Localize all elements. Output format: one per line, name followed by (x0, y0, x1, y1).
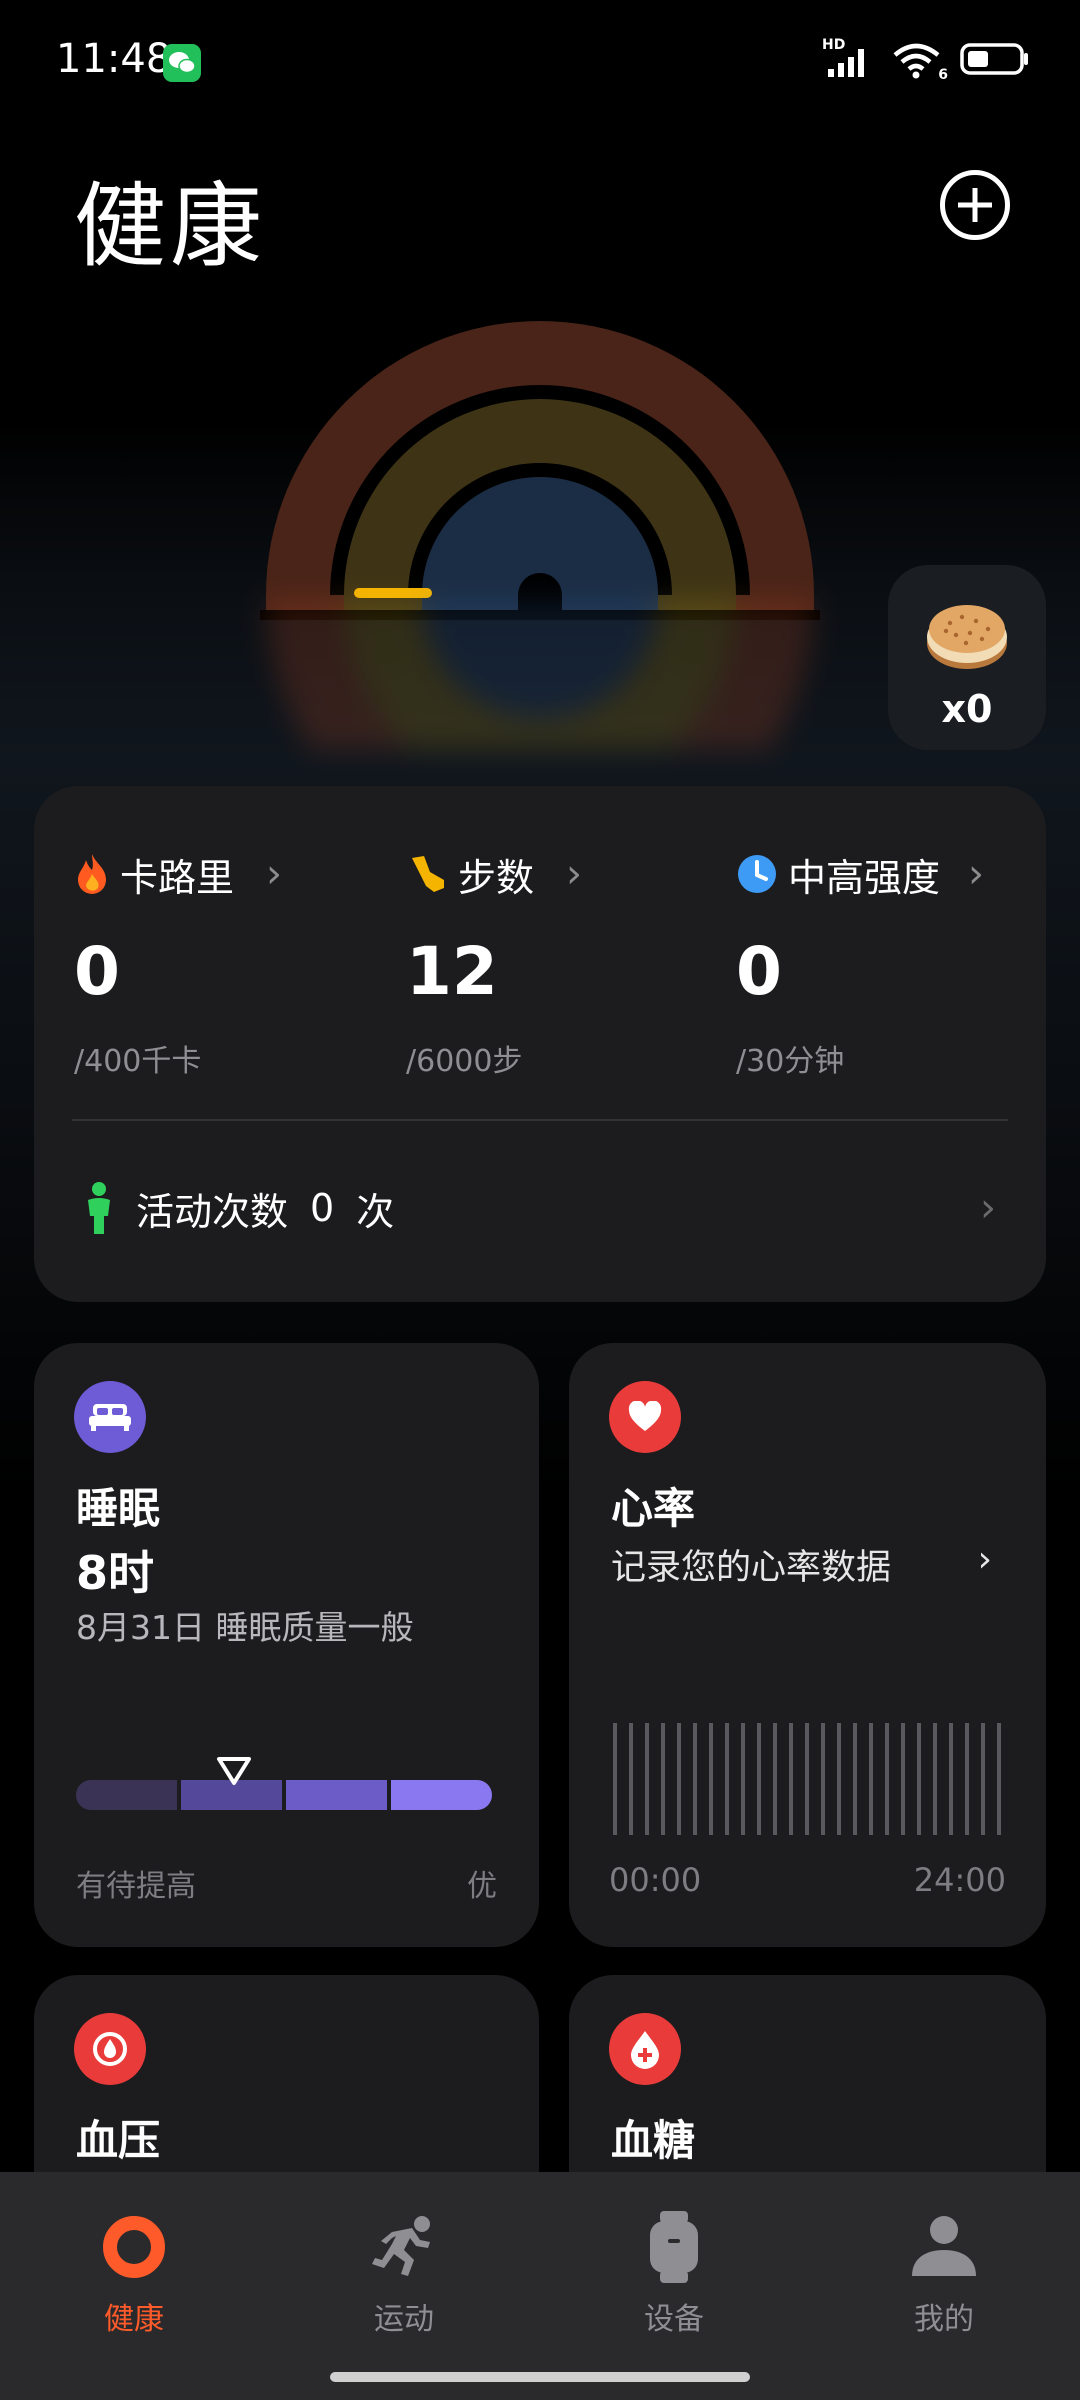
activity-count-row[interactable]: 活动次数 0 次 › (84, 1158, 996, 1258)
add-button[interactable] (940, 170, 1010, 240)
bottom-navigation: 健康 运动 设备 我的 (0, 2172, 1080, 2400)
shoe-icon (412, 856, 444, 892)
intensity-goal: /30分钟 (736, 1044, 845, 1079)
sleep-title: 睡眠 (76, 1484, 161, 1533)
sleep-quality-bar (76, 1780, 492, 1810)
health-home-screen: 11:48 HD 6 健康 x0 卡路里 › 0 /400千卡 步数 › 12 … (0, 0, 1080, 2400)
calories-value: 0 (74, 933, 120, 1010)
status-time: 11:48 (56, 36, 172, 82)
wifi-icon: 6 (892, 43, 948, 83)
heart-rate-subtitle: 记录您的心率数据 (611, 1548, 892, 1588)
blood-pressure-title: 血压 (76, 2116, 161, 2165)
cookie-icon (922, 595, 1012, 679)
flame-icon (78, 854, 106, 894)
signal-icon: HD (822, 37, 874, 79)
reward-badge[interactable]: x0 (888, 565, 1046, 750)
sleep-scale-low: 有待提高 (76, 1869, 196, 1904)
person-icon (844, 2208, 1044, 2286)
ring-reflection (260, 600, 820, 874)
heart-icon (609, 1381, 681, 1453)
nav-item-health[interactable]: 健康 (34, 2208, 234, 2338)
heart-rate-title: 心率 (611, 1484, 696, 1533)
sleep-summary: 8月31日 睡眠质量一般 (76, 1608, 414, 1647)
intensity-stat[interactable]: 中高强度 › 0 /30分钟 (736, 846, 1056, 1080)
blood-sugar-title: 血糖 (611, 2116, 696, 2165)
calories-stat[interactable]: 卡路里 › 0 /400千卡 (74, 846, 394, 1080)
calories-label: 卡路里 (120, 855, 235, 900)
nav-label-health: 健康 (104, 2302, 164, 2337)
heart-rate-start-time: 00:00 (609, 1861, 702, 1899)
clock-icon (738, 855, 776, 893)
steps-progress-bar (354, 588, 432, 598)
divider (72, 1119, 1008, 1121)
activity-rings[interactable] (260, 320, 820, 620)
nav-item-exercise[interactable]: 运动 (304, 2208, 504, 2338)
activity-unit: 次 (356, 1189, 395, 1234)
steps-goal: /6000步 (406, 1044, 523, 1079)
heart-rate-placeholder-chart (613, 1723, 1001, 1835)
nav-item-profile[interactable]: 我的 (844, 2208, 1044, 2338)
steps-label: 步数 (458, 855, 535, 900)
chevron-right-icon: › (566, 851, 583, 897)
status-icons: HD 6 (822, 37, 1030, 83)
blood-pressure-icon (74, 2013, 146, 2085)
activity-label: 活动次数 (136, 1189, 289, 1234)
battery-icon (960, 42, 1030, 80)
page-title: 健康 (74, 173, 267, 280)
nav-label-devices: 设备 (644, 2302, 704, 2337)
steps-value: 12 (406, 933, 498, 1010)
sleep-card[interactable]: 睡眠 8时 8月31日 睡眠质量一般 有待提高 优 (34, 1343, 539, 1947)
wechat-notification-icon (163, 44, 201, 82)
intensity-label: 中高强度 (788, 855, 941, 900)
calories-goal: /400千卡 (74, 1044, 202, 1079)
bed-icon (74, 1381, 146, 1453)
chevron-right-icon: › (266, 851, 283, 897)
chevron-right-icon: › (977, 1539, 992, 1580)
sleep-quality-marker (216, 1756, 252, 1790)
status-bar: 11:48 HD 6 (0, 0, 1080, 120)
sleep-hours: 8时 (76, 1546, 155, 1600)
heart-rate-end-time: 24:00 (913, 1861, 1006, 1899)
running-icon (304, 2208, 504, 2286)
chevron-right-icon: › (968, 851, 985, 897)
activity-count: 0 (310, 1186, 335, 1230)
nav-label-exercise: 运动 (374, 2302, 434, 2337)
nav-item-devices[interactable]: 设备 (574, 2208, 774, 2338)
watch-icon (574, 2208, 774, 2286)
chevron-right-icon: › (980, 1185, 996, 1231)
cookie-count: x0 (941, 687, 993, 731)
home-indicator[interactable] (330, 2372, 750, 2382)
sleep-scale-high: 优 (467, 1869, 497, 1904)
blood-sugar-icon (609, 2013, 681, 2085)
person-icon (88, 1182, 110, 1234)
activity-stats-card: 卡路里 › 0 /400千卡 步数 › 12 /6000步 中高强度 › 0 /… (34, 786, 1046, 1302)
wifi-label: 6 (938, 67, 948, 83)
intensity-value: 0 (736, 933, 782, 1010)
steps-stat[interactable]: 步数 › 12 /6000步 (406, 846, 726, 1080)
nav-label-profile: 我的 (914, 2302, 974, 2337)
heart-rate-card[interactable]: 心率 记录您的心率数据 › 00:00 24:00 (569, 1343, 1046, 1947)
ring-icon (34, 2208, 234, 2286)
